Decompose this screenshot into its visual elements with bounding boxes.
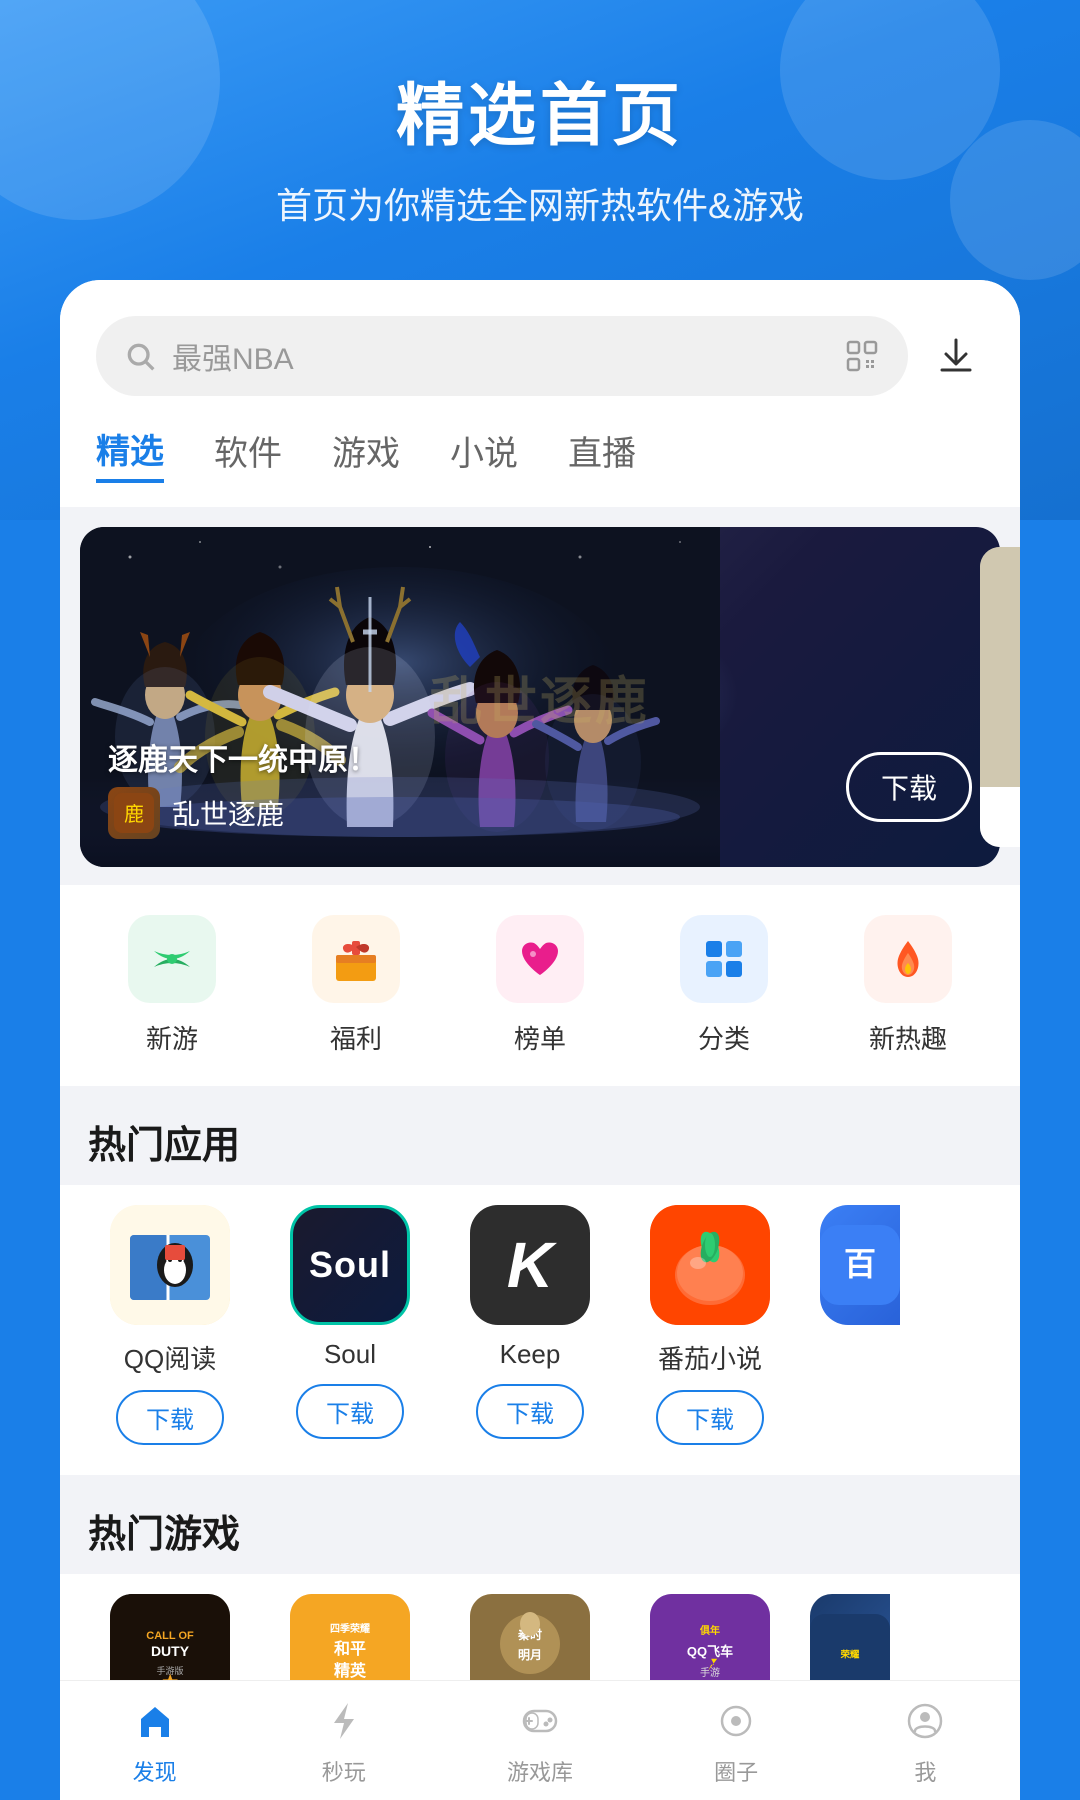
page-subtitle: 首页为你精选全网新热软件&游戏 <box>0 177 1080 229</box>
keep-k-letter: K <box>507 1228 553 1302</box>
app-name-keep: Keep <box>500 1339 561 1370</box>
tab-youxi[interactable]: 游戏 <box>332 426 400 481</box>
svg-text:鹿: 鹿 <box>124 803 144 826</box>
category-section: 新游 福利 <box>60 885 1020 1086</box>
banner-app-name: 乱世逐鹿 <box>172 793 284 833</box>
app-icon-qq-read <box>110 1205 230 1325</box>
category-bangdan-label: 榜单 <box>514 1019 566 1056</box>
svg-text:QQ飞车: QQ飞车 <box>687 1644 733 1659</box>
svg-text:明月: 明月 <box>518 1648 542 1662</box>
search-box[interactable]: 最强NBA <box>96 316 908 396</box>
app-icon-baidu: 百 <box>820 1205 900 1325</box>
banner-slogan: 逐鹿天下一统中原！ <box>108 735 378 779</box>
svg-text:四季荣耀: 四季荣耀 <box>330 1622 370 1635</box>
page-title: 精选首页 <box>0 60 1080 159</box>
app-name-qq-read: QQ阅读 <box>124 1339 216 1376</box>
circle-icon <box>710 1695 762 1747</box>
app-name-fanqie: 番茄小说 <box>658 1339 762 1376</box>
app-item-baidu: 百 <box>800 1185 920 1455</box>
svg-text:精英: 精英 <box>334 1661 367 1680</box>
banner-main[interactable]: 逐鹿天下一统中原！ 鹿 乱世逐鹿 下载 <box>80 527 1000 867</box>
tab-zhibo[interactable]: 直播 <box>568 426 636 481</box>
category-bangdan[interactable]: 榜单 <box>496 915 584 1056</box>
tab-ruanjian[interactable]: 软件 <box>214 426 282 481</box>
nav-label-gamestore: 游戏库 <box>507 1755 573 1787</box>
svg-text:DUTY: DUTY <box>151 1643 190 1659</box>
search-icon <box>124 340 156 372</box>
svg-text:荣耀: 荣耀 <box>840 1648 860 1659</box>
bottom-nav: 发现 秒玩 游戏库 <box>60 1680 1020 1800</box>
nav-tabs: 精选 软件 游戏 小说 直播 <box>60 416 1020 507</box>
category-xinyou-label: 新游 <box>146 1019 198 1056</box>
nav-label-profile: 我 <box>914 1755 936 1787</box>
nav-label-discover: 发现 <box>133 1755 177 1787</box>
app-download-fanqie[interactable]: 下载 <box>656 1390 764 1445</box>
svg-text:CALL OF: CALL OF <box>146 1630 194 1642</box>
nav-item-discover[interactable]: 发现 <box>129 1695 181 1787</box>
lightning-icon <box>318 1695 370 1747</box>
app-download-qq-read[interactable]: 下载 <box>116 1390 224 1445</box>
category-xinqingqu-label: 新热趣 <box>869 1019 947 1056</box>
download-icon[interactable] <box>928 328 984 384</box>
nav-item-gamestore[interactable]: 游戏库 <box>507 1695 573 1787</box>
category-xinqingqu-icon <box>864 915 952 1003</box>
banner-section: 逐鹿天下一统中原！ 鹿 乱世逐鹿 下载 <box>80 527 1000 867</box>
app-icon-soul: Soul <box>290 1205 410 1325</box>
nav-item-community[interactable]: 圈子 <box>710 1695 762 1787</box>
category-fenlei[interactable]: 分类 <box>680 915 768 1056</box>
app-download-keep[interactable]: 下载 <box>476 1384 584 1439</box>
svg-text:和平: 和平 <box>334 1639 366 1658</box>
category-fuli-icon <box>312 915 400 1003</box>
home-icon <box>129 1695 181 1747</box>
banner-peek: VLC 𝒕 <box>980 547 1020 847</box>
search-bar-row: 最强NBA <box>60 280 1020 416</box>
category-fenlei-label: 分类 <box>698 1019 750 1056</box>
app-item-qq-read: QQ阅读 下载 <box>80 1185 260 1455</box>
person-icon <box>899 1695 951 1747</box>
app-download-soul[interactable]: 下载 <box>296 1384 404 1439</box>
search-placeholder: 最强NBA <box>172 334 828 378</box>
app-icon-fanqie <box>650 1205 770 1325</box>
hot-apps-title: 热门应用 <box>60 1086 1020 1185</box>
app-icon-keep: K <box>470 1205 590 1325</box>
nav-item-profile[interactable]: 我 <box>899 1695 951 1787</box>
nav-label-community: 圈子 <box>714 1755 758 1787</box>
category-fuli-label: 福利 <box>330 1019 382 1056</box>
scan-icon[interactable] <box>844 338 880 374</box>
category-xinqingqu[interactable]: 新热趣 <box>864 915 952 1056</box>
tab-xiaoshuo[interactable]: 小说 <box>450 426 518 481</box>
category-xinyou[interactable]: 新游 <box>128 915 216 1056</box>
scroll-area: 逐鹿天下一统中原！ 鹿 乱世逐鹿 下载 <box>60 507 1020 1800</box>
category-fuli[interactable]: 福利 <box>312 915 400 1056</box>
gamepad-icon <box>514 1695 566 1747</box>
svg-text:百: 百 <box>844 1246 876 1282</box>
category-xinyou-icon <box>128 915 216 1003</box>
app-item-keep: K Keep 下载 <box>440 1185 620 1455</box>
nav-item-quick[interactable]: 秒玩 <box>318 1695 370 1787</box>
category-fenlei-icon <box>680 915 768 1003</box>
hot-games-title: 热门游戏 <box>60 1475 1020 1574</box>
svg-text:俱年: 俱年 <box>699 1624 720 1637</box>
nav-label-quick: 秒玩 <box>322 1755 366 1787</box>
category-bangdan-icon <box>496 915 584 1003</box>
app-name-soul: Soul <box>324 1339 376 1370</box>
app-item-soul: Soul Soul 下载 <box>260 1185 440 1455</box>
banner-app-icon: 鹿 <box>108 787 160 839</box>
title-section: 精选首页 首页为你精选全网新热软件&游戏 <box>0 60 1080 229</box>
banner-text-section: 逐鹿天下一统中原！ 鹿 乱世逐鹿 <box>108 735 378 839</box>
app-item-fanqie: 番茄小说 下载 <box>620 1185 800 1455</box>
hot-apps-section: QQ阅读 下载 Soul Soul 下载 K Keep 下载 <box>60 1185 1020 1475</box>
tab-jingxuan[interactable]: 精选 <box>96 424 164 483</box>
banner-app-row: 鹿 乱世逐鹿 <box>108 787 378 839</box>
soul-text: Soul <box>309 1244 391 1286</box>
banner-overlay: 逐鹿天下一统中原！ 鹿 乱世逐鹿 下载 <box>80 707 1000 867</box>
banner-download-button[interactable]: 下载 <box>846 752 972 822</box>
main-card: 最强NBA 精选 软件 游戏 小说 <box>60 280 1020 1800</box>
